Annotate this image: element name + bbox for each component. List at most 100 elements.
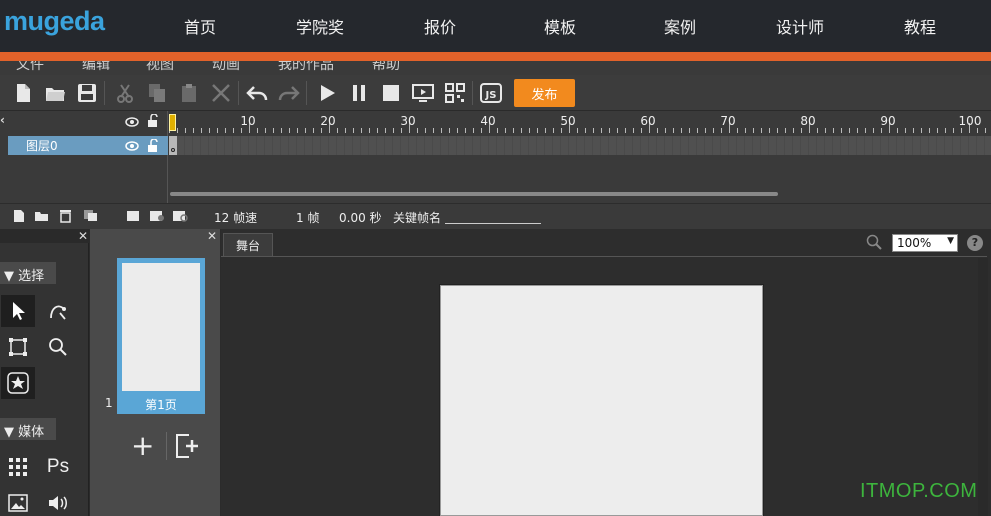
- nav-templates[interactable]: 模板: [544, 14, 576, 38]
- menu-file[interactable]: 文件: [16, 61, 44, 74]
- menu-edit[interactable]: 编辑: [82, 61, 110, 74]
- save-icon[interactable]: [76, 82, 98, 104]
- page-thumbnail[interactable]: 第1页: [117, 258, 205, 414]
- layer-name: 图层0: [26, 139, 58, 153]
- ruler-label: 100: [958, 114, 982, 128]
- arrow-select-tool[interactable]: [1, 295, 35, 327]
- toolbar-separator: [306, 81, 307, 105]
- menu-animation[interactable]: 动画: [212, 61, 240, 74]
- nav-pricing[interactable]: 报价: [424, 14, 456, 38]
- collapse-triangle-icon: ▼: [4, 269, 14, 284]
- ruler-label: 40: [480, 114, 496, 128]
- new-file-icon[interactable]: [12, 82, 34, 104]
- zoom-select[interactable]: 100% ▼: [892, 234, 958, 252]
- layer-row[interactable]: 图层0: [8, 136, 168, 155]
- insert-keyframe-icon[interactable]: [149, 209, 165, 226]
- new-folder-icon[interactable]: [34, 210, 49, 226]
- frame-count-label: 1 帧: [296, 211, 320, 225]
- mugeda-logo[interactable]: mugeda: [4, 6, 105, 37]
- stop-icon[interactable]: [380, 82, 402, 104]
- menu-view[interactable]: 视图: [146, 61, 174, 74]
- eye-icon[interactable]: [125, 116, 139, 131]
- chevron-down-icon: ▼: [947, 236, 954, 246]
- transform-tool[interactable]: [1, 331, 35, 363]
- image-icon[interactable]: [1, 487, 35, 516]
- open-folder-icon[interactable]: [44, 82, 66, 104]
- timeline-scrollbar[interactable]: [170, 192, 778, 196]
- zoom-tool[interactable]: [41, 331, 75, 363]
- nav-home[interactable]: 首页: [184, 14, 216, 38]
- timeline-footer: 12 帧速 1 帧 0.00 秒 关键帧名: [0, 203, 991, 229]
- fps-label[interactable]: 12 帧速: [214, 209, 257, 226]
- paste-icon[interactable]: [178, 82, 200, 104]
- layer-list: ‹ 图层0: [0, 111, 168, 203]
- toolbar-separator: [238, 81, 239, 105]
- playhead[interactable]: [169, 114, 176, 131]
- nav-cases[interactable]: 案例: [664, 14, 696, 38]
- javascript-icon[interactable]: JS: [480, 82, 502, 104]
- ruler-label: 60: [640, 114, 656, 128]
- ruler-label: 80: [800, 114, 816, 128]
- layer-lock-icon[interactable]: [147, 138, 159, 157]
- media-section-header[interactable]: ▼ 媒体: [0, 418, 56, 440]
- nav-designers[interactable]: 设计师: [776, 14, 824, 38]
- insert-frame-icon[interactable]: [126, 210, 140, 226]
- timeline-ruler[interactable]: 10 20 30 40 50 60 70 80 90 100: [169, 111, 991, 133]
- stage-tab[interactable]: 舞台: [223, 233, 273, 257]
- pages-separator: [166, 432, 167, 460]
- ruler-label: 20: [320, 114, 336, 128]
- stage-canvas[interactable]: [440, 285, 763, 516]
- menu-bar: 文件 编辑 视图 动画 我的作品 帮助: [0, 61, 991, 75]
- grid-media-tool[interactable]: [1, 451, 35, 483]
- search-icon[interactable]: [866, 234, 882, 254]
- publish-button[interactable]: 发布: [514, 79, 575, 107]
- star-shape-tool[interactable]: [1, 367, 35, 399]
- toolbar-separator: [104, 81, 105, 105]
- nav-tutorials[interactable]: 教程: [904, 14, 936, 38]
- select-section-label: 选择: [18, 269, 45, 284]
- toolbar: JS 发布: [0, 75, 991, 111]
- close-icon[interactable]: ✕: [78, 229, 88, 243]
- lock-icon[interactable]: [147, 113, 159, 132]
- photoshop-import-tool[interactable]: Ps: [41, 451, 75, 483]
- select-section-header[interactable]: ▼ 选择: [0, 262, 56, 284]
- copy-icon[interactable]: [146, 82, 168, 104]
- ruler-ticks: [169, 123, 986, 133]
- duplicate-layer-icon[interactable]: [83, 209, 98, 226]
- add-page-button[interactable]: +: [131, 432, 154, 460]
- audio-icon[interactable]: [41, 487, 75, 516]
- cut-icon[interactable]: [114, 82, 136, 104]
- redo-icon[interactable]: [278, 82, 300, 104]
- undo-icon[interactable]: [246, 82, 268, 104]
- preview-screen-icon[interactable]: [412, 82, 434, 104]
- menu-my-works[interactable]: 我的作品: [278, 61, 334, 74]
- ruler-label: 50: [560, 114, 576, 128]
- layer-eye-icon[interactable]: [125, 140, 139, 155]
- svg-text:JS: JS: [485, 90, 497, 101]
- stage-divider: [221, 256, 987, 257]
- pause-icon[interactable]: [348, 82, 370, 104]
- trash-icon[interactable]: [59, 208, 72, 227]
- panel-collapse-icon[interactable]: ‹: [0, 113, 5, 127]
- frames-row[interactable]: [169, 136, 991, 155]
- delete-icon[interactable]: [210, 82, 232, 104]
- nav-academy-award[interactable]: 学院奖: [296, 14, 344, 38]
- add-page-from-template-icon[interactable]: [174, 433, 200, 463]
- timeline-panel: ‹ 图层0 10 20 30 40 50 60 70 80 90 100 12 …: [0, 111, 991, 229]
- toolbar-separator: [472, 81, 473, 105]
- help-icon[interactable]: ?: [967, 235, 983, 251]
- keyframe-name-input[interactable]: [445, 208, 541, 224]
- keyframe-cell[interactable]: [169, 136, 177, 155]
- qr-code-icon[interactable]: [444, 82, 466, 104]
- accent-divider: [0, 52, 991, 61]
- play-icon[interactable]: [316, 82, 338, 104]
- close-icon[interactable]: ✕: [207, 229, 217, 243]
- menu-help[interactable]: 帮助: [372, 61, 400, 74]
- node-edit-tool[interactable]: [41, 295, 75, 327]
- remove-keyframe-icon[interactable]: [172, 209, 188, 226]
- collapse-triangle-icon: ▼: [4, 425, 14, 440]
- page-number: 1: [105, 396, 113, 410]
- tools-panel-header: ✕: [0, 229, 89, 243]
- new-layer-icon[interactable]: [13, 209, 25, 227]
- stage-scrollbar[interactable]: [978, 258, 988, 516]
